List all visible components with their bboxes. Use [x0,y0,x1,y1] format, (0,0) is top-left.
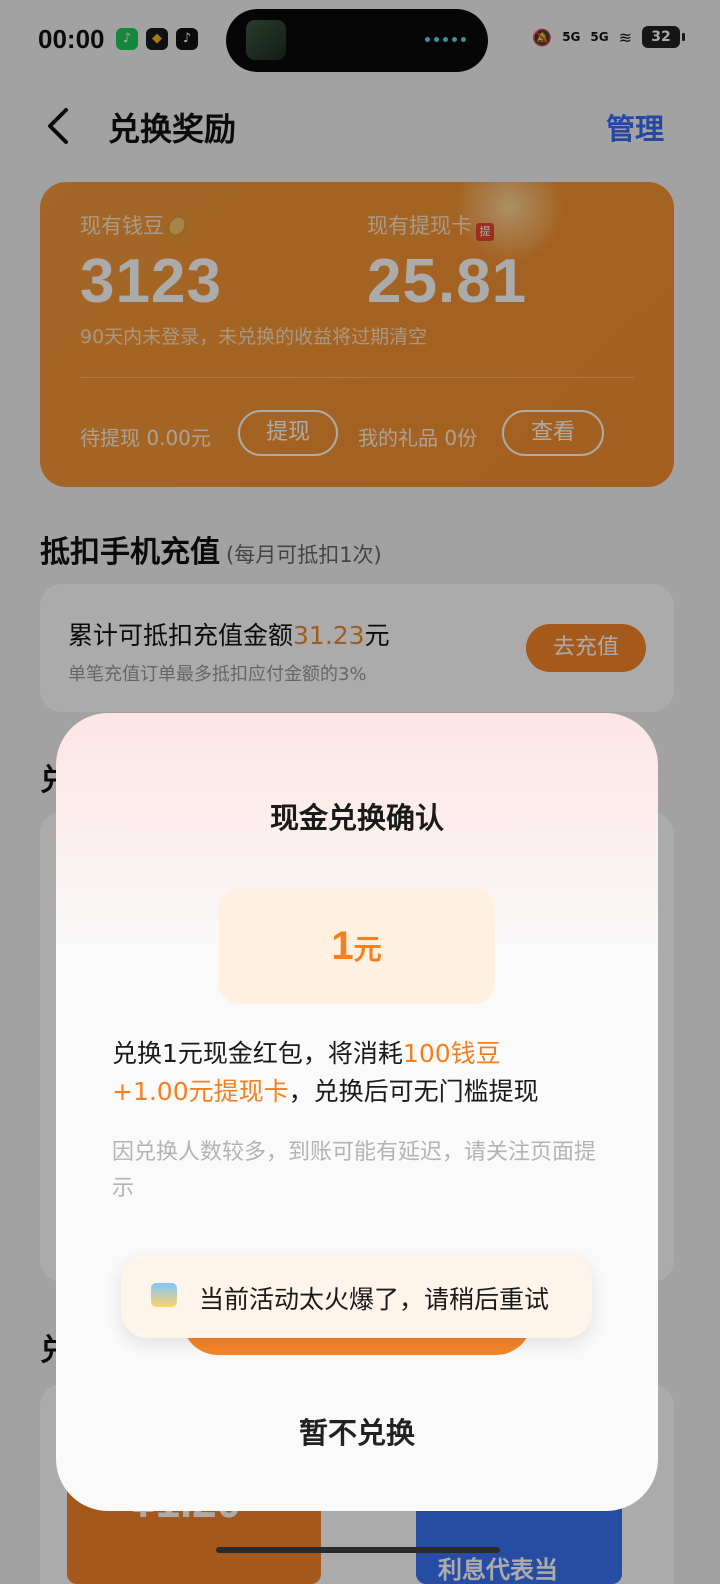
amount-unit: 元 [353,933,382,966]
wallet-icon [151,1283,177,1307]
desc-text-2: ，兑换后可无门槛提现 [288,1077,539,1106]
cancel-exchange-button[interactable]: 暂不兑换 [56,1410,658,1452]
toast-message: 当前活动太火爆了，请稍后重试 [199,1285,550,1314]
exchange-confirm-dialog: 现金兑换确认 1元 兑换1元现金红包，将消耗100钱豆 +1.00元提现卡，兑换后… [56,713,658,1511]
desc-beans-cost: 100钱豆 [402,1039,501,1068]
amount-number: 1 [331,924,354,968]
home-indicator[interactable] [216,1547,500,1553]
amount-box: 1元 [218,888,495,1004]
dialog-note: 因兑换人数较多，到账可能有延迟，请关注页面提示 [112,1140,597,1201]
desc-text-1: 兑换1元现金红包，将消耗 [112,1039,403,1068]
dialog-description: 兑换1元现金红包，将消耗100钱豆 +1.00元提现卡，兑换后可无门槛提现 [112,1035,612,1111]
dialog-title: 现金兑换确认 [269,801,444,835]
desc-card-cost: +1.00元提现卡 [112,1077,289,1106]
toast: 当前活动太火爆了，请稍后重试 [121,1254,592,1338]
